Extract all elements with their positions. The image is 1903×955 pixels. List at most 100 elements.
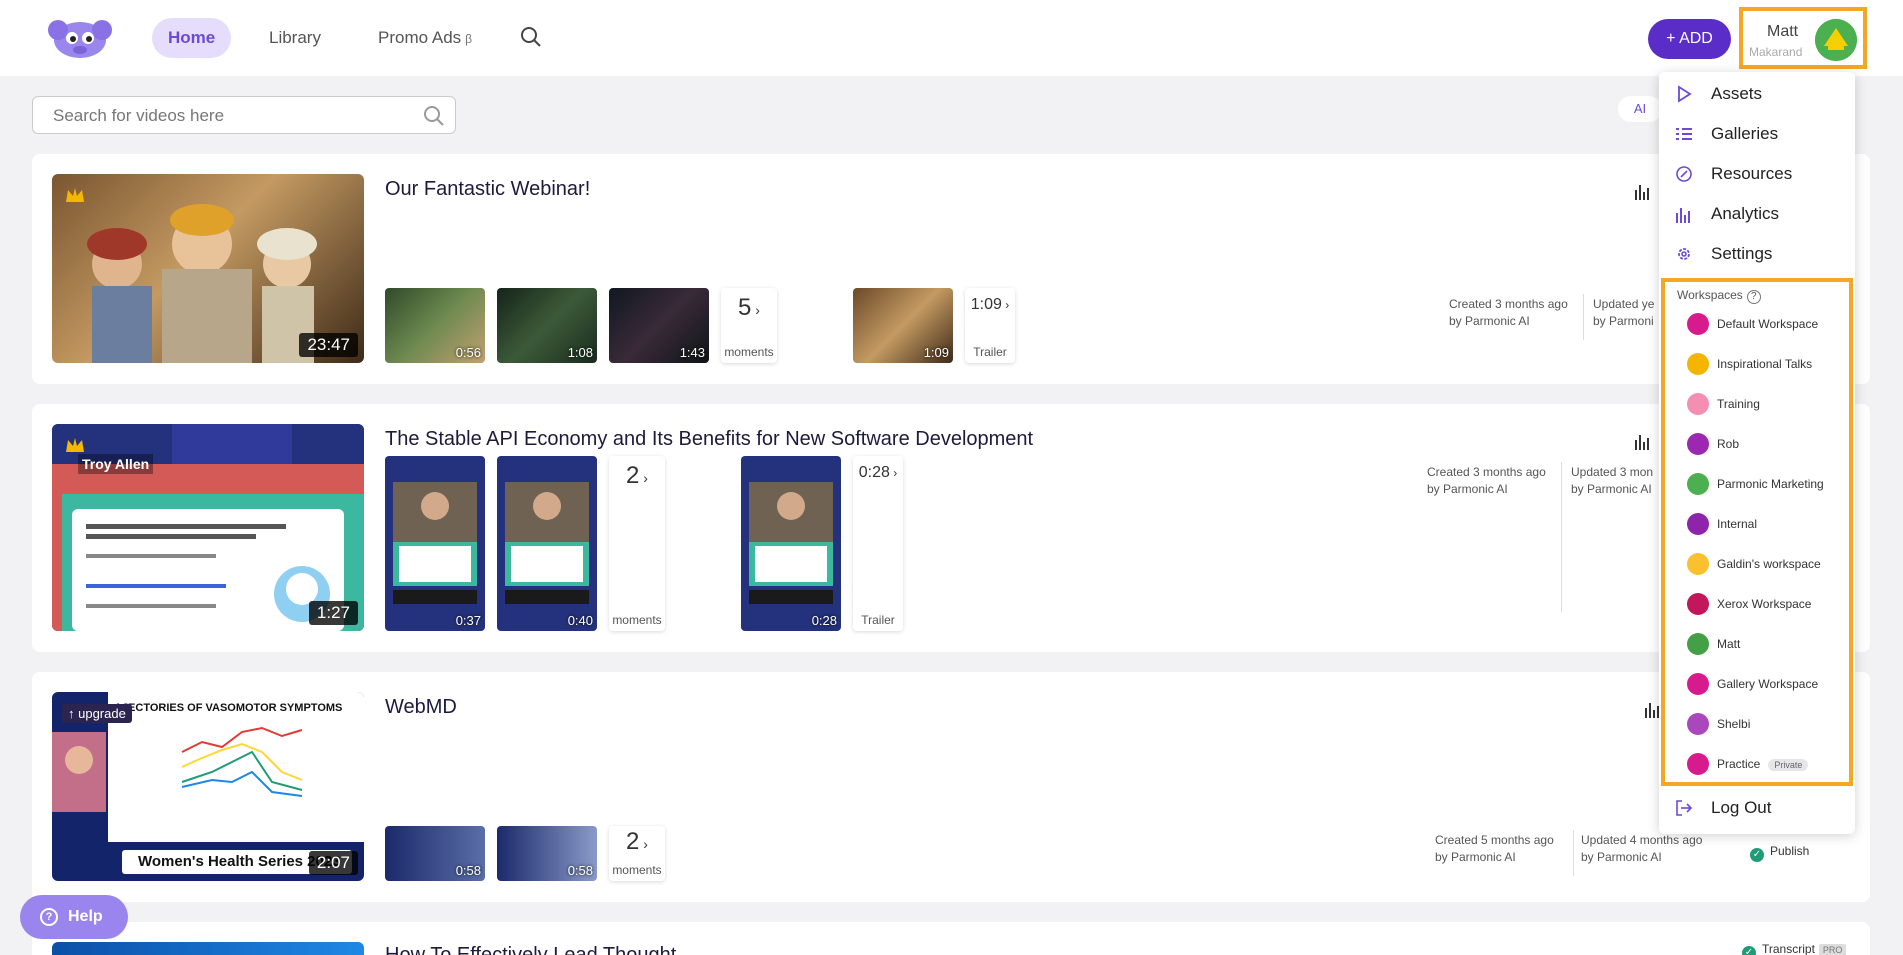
moment-thumbnail[interactable]: 0:58 (497, 826, 597, 881)
top-header: Home Library Promo Ads β + ADD Matt Makar… (0, 0, 1903, 76)
workspace-item[interactable]: Training (1687, 392, 1847, 418)
workspace-avatar (1687, 593, 1709, 615)
created-info: Created 5 months ago by Parmonic AI (1435, 833, 1554, 864)
moment-thumbnail[interactable]: 0:56 (385, 288, 485, 363)
transcript-status[interactable]: ✓ Transcript PRO (1742, 942, 1847, 955)
play-icon (1678, 85, 1692, 103)
menu-item-resources[interactable]: Resources (1675, 158, 1845, 188)
updated-info: Updated 3 mon by Parmonic AI (1571, 465, 1654, 496)
moments-count[interactable]: 2 › moments (609, 826, 665, 881)
menu-item-logout[interactable]: Log Out (1675, 792, 1845, 822)
video-card[interactable]: How To Effectively Lead Thought ✓ Transcr… (32, 922, 1870, 955)
help-button[interactable]: ? Help (20, 895, 128, 939)
workspace-avatar (1687, 313, 1709, 335)
question-icon: ? (40, 908, 58, 926)
check-icon: ✓ (1750, 848, 1764, 862)
gear-icon (1678, 248, 1690, 260)
moments-count[interactable]: 2 › moments (609, 456, 665, 631)
trailer-info[interactable]: 0:28 › Trailer (853, 456, 903, 631)
analytics-icon[interactable] (1634, 432, 1652, 450)
video-thumbnail[interactable]: AJECTORIES OF VASOMOTOR SYMPTOMS ↑ upgra… (52, 692, 364, 881)
video-duration: 23:47 (299, 333, 358, 357)
video-duration: 1:27 (308, 601, 358, 625)
moment-thumbnail[interactable]: 0:37 (385, 456, 485, 631)
video-thumbnail[interactable]: 23:47 (52, 174, 364, 363)
workspace-avatar (1687, 433, 1709, 455)
video-title[interactable]: Our Fantastic Webinar! (385, 178, 590, 201)
workspace-item[interactable]: Shelbi (1687, 712, 1847, 738)
nav-library[interactable]: Library (253, 18, 337, 58)
thumbnail-heading: AJECTORIES OF VASOMOTOR SYMPTOMS (114, 702, 343, 714)
user-name: Matt (1767, 23, 1799, 40)
video-title[interactable]: The Stable API Economy and Its Benefits … (385, 428, 1033, 451)
workspace-item[interactable]: Galdin's workspace (1687, 552, 1847, 578)
workspaces-section: Workspaces? Default Workspace Inspiratio… (1661, 278, 1853, 786)
video-title[interactable]: WebMD (385, 696, 457, 719)
workspace-item[interactable]: Rob (1687, 432, 1847, 458)
list-icon (1676, 128, 1692, 140)
analytics-icon[interactable] (1634, 182, 1652, 200)
nav-promo-ads[interactable]: Promo Ads β (362, 18, 488, 58)
link-icon (1676, 166, 1692, 182)
workspace-item[interactable]: Default Workspace (1687, 312, 1847, 338)
help-icon[interactable]: ? (1746, 290, 1761, 304)
workspace-item[interactable]: Gallery Workspace (1687, 672, 1847, 698)
check-icon: ✓ (1742, 946, 1756, 955)
publish-status[interactable]: ✓ Publish (1750, 844, 1809, 862)
upgrade-badge[interactable]: ↑ upgrade (62, 704, 132, 723)
video-thumbnail[interactable]: Troy Allen 1:27 (52, 424, 364, 631)
workspace-avatar (1687, 673, 1709, 695)
ai-filter-toggle[interactable]: AI (1618, 96, 1662, 122)
workspace-item[interactable]: Matt (1687, 632, 1847, 658)
moments-count[interactable]: 5 › moments (721, 288, 777, 363)
crown-icon (66, 438, 84, 452)
workspace-avatar (1687, 633, 1709, 655)
trailer-info[interactable]: 1:09 › Trailer (965, 288, 1015, 363)
workspace-item[interactable]: Inspirational Talks (1687, 352, 1847, 378)
video-card[interactable]: AJECTORIES OF VASOMOTOR SYMPTOMS ↑ upgra… (32, 672, 1870, 902)
video-search (32, 96, 456, 134)
bar-chart-icon (1676, 208, 1690, 223)
workspace-avatar (1687, 473, 1709, 495)
trailer-thumbnail[interactable]: 0:28 (741, 456, 841, 631)
workspaces-heading: Workspaces? (1677, 288, 1761, 304)
search-icon[interactable] (520, 26, 542, 48)
avatar (1815, 19, 1857, 61)
speaker-name: Troy Allen (78, 454, 154, 474)
trailer-thumbnail[interactable]: 1:09 (853, 288, 953, 363)
workspace-item[interactable]: Xerox Workspace (1687, 592, 1847, 618)
video-thumbnail[interactable] (52, 942, 364, 955)
video-title[interactable]: How To Effectively Lead Thought (385, 944, 676, 955)
logout-icon (1676, 800, 1693, 816)
moment-thumbnail[interactable]: 1:43 (609, 288, 709, 363)
workspace-item[interactable]: Practice Private (1687, 752, 1847, 778)
nav-home[interactable]: Home (152, 18, 232, 58)
user-menu-toggle[interactable]: Matt Makarand (1739, 7, 1867, 69)
moment-thumbnail[interactable]: 0:40 (497, 456, 597, 631)
workspace-item[interactable]: Internal (1687, 512, 1847, 538)
user-dropdown-menu: Assets Galleries Resources Analytics Set… (1659, 72, 1855, 834)
crown-icon (66, 188, 84, 202)
moment-thumbnail[interactable]: 0:58 (385, 826, 485, 881)
moment-thumbnail[interactable]: 1:08 (497, 288, 597, 363)
video-duration: 2:07 (308, 851, 358, 875)
created-info: Created 3 months ago by Parmonic AI (1427, 465, 1546, 496)
search-icon[interactable] (423, 105, 445, 127)
updated-info: Updated ye by Parmoni (1593, 297, 1655, 328)
user-subname: Makarand (1749, 45, 1803, 59)
app-logo[interactable] (46, 16, 114, 60)
menu-item-settings[interactable]: Settings (1675, 238, 1845, 268)
workspace-avatar (1687, 753, 1709, 775)
add-button[interactable]: + ADD (1648, 19, 1731, 59)
workspace-avatar (1687, 713, 1709, 735)
video-card[interactable]: Troy Allen 1:27 The Stable API Economy a… (32, 404, 1870, 652)
created-info: Created 3 months ago by Parmonic AI (1449, 297, 1568, 328)
menu-item-galleries[interactable]: Galleries (1675, 118, 1845, 148)
workspace-avatar (1687, 513, 1709, 535)
search-input[interactable] (53, 106, 413, 126)
workspace-item[interactable]: Parmonic Marketing (1687, 472, 1847, 498)
workspace-avatar (1687, 393, 1709, 415)
menu-item-analytics[interactable]: Analytics (1675, 198, 1845, 228)
video-card[interactable]: 23:47 Our Fantastic Webinar! 0:56 1:08 1… (32, 154, 1870, 384)
menu-item-assets[interactable]: Assets (1675, 78, 1845, 108)
